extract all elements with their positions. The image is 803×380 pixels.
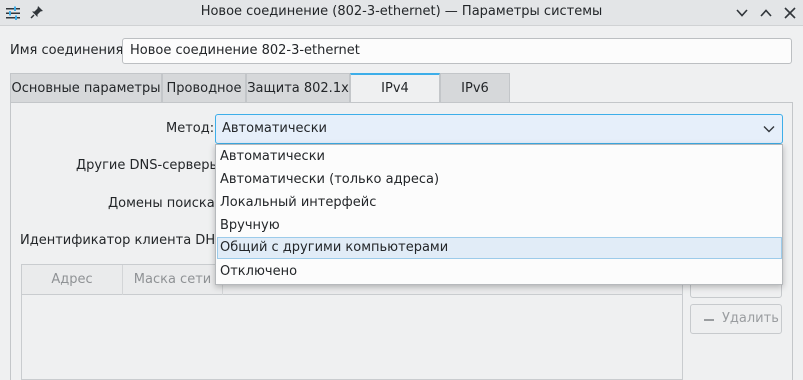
window-title: Новое соединение (802-3-ethernet) — Пара…: [200, 4, 603, 19]
method-option-disabled[interactable]: Отключено: [217, 261, 782, 283]
dhcp-client-id-label: Идентификатор клиента DHCP:: [20, 233, 237, 248]
method-option-auto[interactable]: Автоматически: [217, 146, 782, 168]
minus-icon: [704, 319, 714, 321]
tab-8021x[interactable]: Защита 802.1x: [246, 73, 350, 103]
maximize-icon[interactable]: [758, 5, 774, 21]
search-domains-label: Домены поиска:: [108, 196, 220, 211]
chevron-down-icon: [763, 126, 775, 133]
method-option-link-local[interactable]: Локальный интерфейс: [217, 192, 782, 214]
window-titlebar: Новое соединение (802-3-ethernet) — Пара…: [0, 0, 803, 26]
method-dropdown-list: Автоматически Автоматически (только адре…: [215, 144, 783, 285]
close-icon[interactable]: [782, 5, 798, 21]
tab-ipv6[interactable]: IPv6: [440, 73, 510, 103]
tab-general[interactable]: Основные параметры: [10, 73, 162, 103]
method-option-shared[interactable]: Общий с другими компьютерами: [217, 237, 782, 259]
remove-button-label: Удалить: [722, 311, 779, 326]
tab-wired[interactable]: Проводное: [162, 73, 246, 103]
method-combobox[interactable]: Автоматически: [215, 114, 783, 144]
column-netmask[interactable]: Маска сети: [123, 265, 223, 295]
connection-name-label: Имя соединения:: [10, 43, 128, 58]
method-option-manual[interactable]: Вручную: [217, 215, 782, 237]
tab-ipv4[interactable]: IPv4: [350, 73, 440, 104]
minimize-icon[interactable]: [734, 5, 750, 21]
method-value: Автоматически: [222, 121, 328, 136]
connection-name-input[interactable]: Новое соединение 802-3-ethernet: [122, 38, 792, 64]
method-label: Метод:: [166, 121, 215, 136]
column-address[interactable]: Адрес: [22, 265, 123, 295]
remove-button: Удалить: [690, 304, 782, 334]
dns-servers-label: Другие DNS-серверы:: [76, 158, 225, 173]
method-option-auto-addresses[interactable]: Автоматически (только адреса): [217, 169, 782, 191]
